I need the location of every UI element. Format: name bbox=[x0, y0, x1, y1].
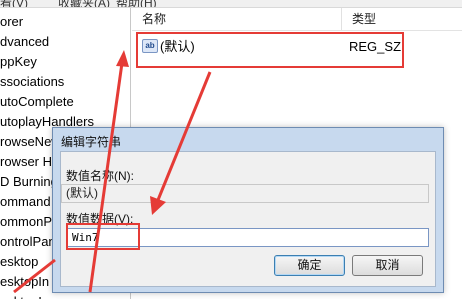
annotation-highlight-box bbox=[66, 223, 140, 250]
menu-bar: 看(V) 收藏夹(A) 帮助(H) bbox=[0, 0, 462, 8]
value-name-field: (默认) bbox=[61, 184, 429, 203]
menu-favorites[interactable]: 收藏夹(A) bbox=[58, 0, 110, 7]
tree-item[interactable]: ommand bbox=[0, 192, 51, 212]
tree-item[interactable]: orer bbox=[0, 12, 23, 32]
cancel-button[interactable]: 取消 bbox=[352, 255, 423, 276]
tree-item[interactable]: esktop bbox=[0, 252, 38, 272]
header-divider bbox=[132, 30, 462, 31]
tree-item[interactable]: ssociations bbox=[0, 72, 64, 92]
tree-item[interactable]: D Burning bbox=[0, 172, 58, 192]
menu-help[interactable]: 帮助(H) bbox=[116, 0, 157, 7]
value-name-label: 数值名称(N): bbox=[66, 169, 134, 183]
tree-item[interactable]: esktopIn bbox=[0, 272, 49, 292]
tree-item[interactable]: ontrolPan bbox=[0, 232, 56, 252]
tree-item[interactable]: utoComplete bbox=[0, 92, 74, 112]
column-header-type[interactable]: 类型 bbox=[342, 8, 462, 30]
tree-item[interactable]: ommonP bbox=[0, 212, 52, 232]
column-header-name[interactable]: 名称 bbox=[132, 8, 342, 30]
ok-button[interactable]: 确定 bbox=[274, 255, 345, 276]
tree-item[interactable]: esktopIn bbox=[0, 292, 49, 299]
tree-item[interactable]: rowser H bbox=[0, 152, 52, 172]
tree-item[interactable]: ppKey bbox=[0, 52, 37, 72]
dialog-title: 编辑字符串 bbox=[61, 135, 122, 149]
menu-view[interactable]: 看(V) bbox=[0, 0, 28, 7]
annotation-highlight-box bbox=[136, 32, 404, 68]
tree-item[interactable]: dvanced bbox=[0, 32, 49, 52]
